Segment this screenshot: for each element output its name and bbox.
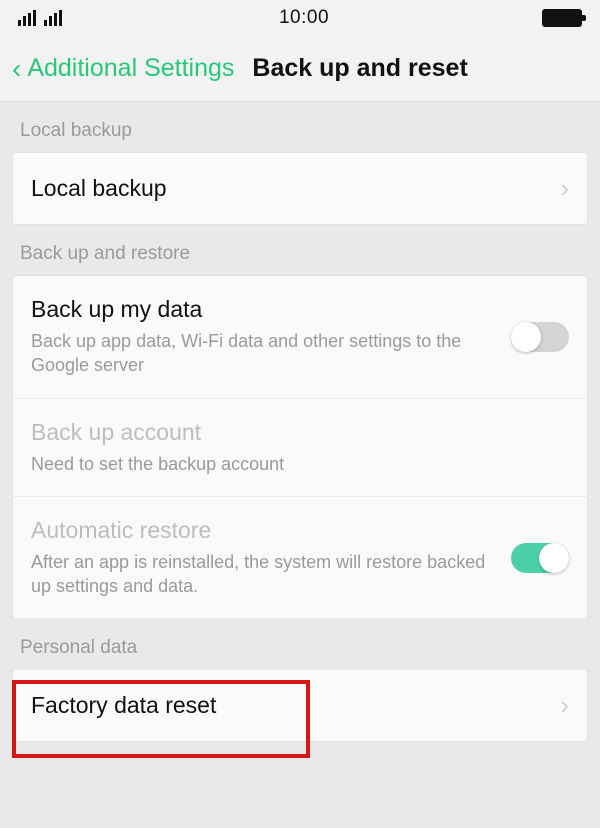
signal-icon [44, 10, 66, 26]
row-title: Local backup [31, 175, 548, 202]
card-local-backup: Local backup › [12, 152, 588, 225]
chevron-right-icon: › [560, 173, 569, 204]
status-time: 10:00 [279, 7, 329, 29]
row-automatic-restore: Automatic restore After an app is reinst… [13, 497, 587, 619]
row-title: Back up account [31, 419, 557, 446]
back-label: Additional Settings [27, 54, 234, 83]
row-title: Back up my data [31, 296, 499, 323]
section-label-local-backup: Local backup [0, 102, 600, 152]
toggle-backup-my-data[interactable] [511, 322, 569, 352]
row-subtitle: Need to set the backup account [31, 452, 557, 476]
row-title: Automatic restore [31, 517, 499, 544]
chevron-right-icon: › [560, 690, 569, 721]
signal-icon [18, 10, 40, 26]
row-subtitle: Back up app data, Wi-Fi data and other s… [31, 329, 499, 378]
row-factory-data-reset[interactable]: Factory data reset › [13, 670, 587, 741]
row-title: Factory data reset [31, 692, 548, 719]
card-personal-data: Factory data reset › [12, 669, 588, 742]
chevron-left-icon: ‹ [12, 55, 21, 83]
battery-icon [542, 9, 582, 27]
nav-header: ‹ Additional Settings Back up and reset [0, 36, 600, 102]
row-backup-account: Back up account Need to set the backup a… [13, 399, 587, 497]
back-button[interactable]: ‹ Additional Settings [12, 54, 234, 83]
page-title: Back up and reset [252, 54, 467, 83]
row-local-backup[interactable]: Local backup › [13, 153, 587, 224]
row-subtitle: After an app is reinstalled, the system … [31, 550, 499, 599]
toggle-automatic-restore[interactable] [511, 543, 569, 573]
row-backup-my-data[interactable]: Back up my data Back up app data, Wi-Fi … [13, 276, 587, 399]
section-label-personal-data: Personal data [0, 619, 600, 669]
card-backup-restore: Back up my data Back up app data, Wi-Fi … [12, 275, 588, 619]
section-label-backup-restore: Back up and restore [0, 225, 600, 275]
status-bar: 10:00 [0, 0, 600, 36]
